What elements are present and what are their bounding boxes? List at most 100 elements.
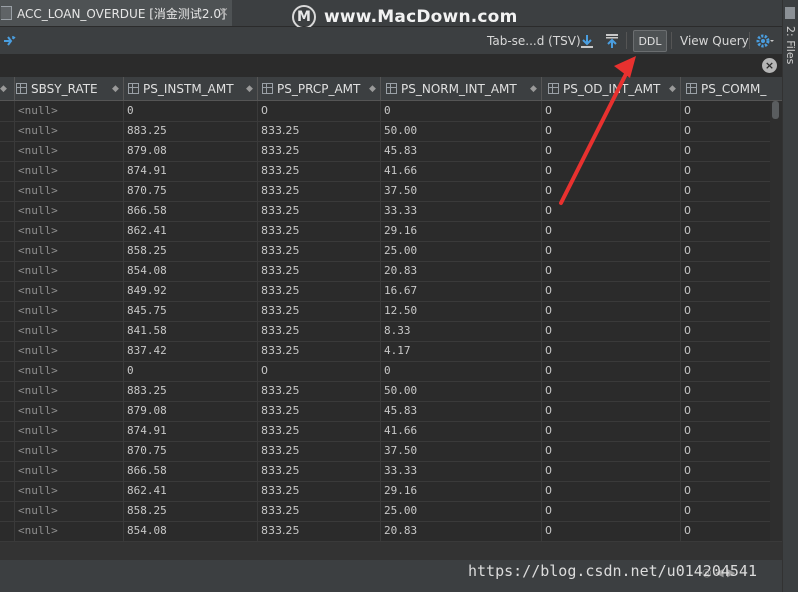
table-cell[interactable]: 0 (545, 261, 552, 281)
table-cell[interactable]: 0 (545, 481, 552, 501)
table-cell[interactable]: 0 (545, 501, 552, 521)
table-cell[interactable]: 0 (545, 441, 552, 461)
table-cell[interactable]: 833.25 (261, 521, 300, 541)
files-tool-window[interactable]: 2: Files (784, 26, 797, 64)
table-cell[interactable]: 0 (684, 221, 691, 241)
table-cell[interactable]: 833.25 (261, 201, 300, 221)
table-cell[interactable]: <null> (18, 121, 58, 141)
table-row[interactable]: <null> 879.08 833.25 45.83 0 0 (0, 141, 770, 162)
settings-icon[interactable] (756, 27, 774, 54)
table-cell[interactable]: 833.25 (261, 401, 300, 421)
table-cell[interactable]: 29.16 (384, 481, 417, 501)
table-cell[interactable]: 866.58 (127, 201, 167, 221)
table-cell[interactable]: 833.25 (261, 321, 300, 341)
table-cell[interactable]: <null> (18, 501, 58, 521)
table-row[interactable]: <null> 874.91 833.25 41.66 0 0 (0, 421, 770, 442)
table-cell[interactable]: 41.66 (384, 161, 417, 181)
column-separator[interactable] (541, 77, 542, 100)
table-cell[interactable]: 20.83 (384, 521, 417, 541)
table-cell[interactable]: 870.75 (127, 181, 167, 201)
table-cell[interactable]: 50.00 (384, 121, 417, 141)
table-cell[interactable]: <null> (18, 101, 58, 121)
header-ps-prcp-amt[interactable]: PS_PRCP_AMT (262, 77, 380, 100)
clear-icon[interactable]: × (762, 58, 777, 73)
header-ps-od-int-amt[interactable]: PS_OD_INT_AMT (548, 77, 676, 100)
column-separator[interactable] (257, 77, 258, 100)
table-cell[interactable]: 883.25 (127, 121, 167, 141)
table-cell[interactable]: 0 (684, 401, 691, 421)
table-cell[interactable]: 37.50 (384, 181, 417, 201)
table-cell[interactable]: 25.00 (384, 241, 417, 261)
ddl-button[interactable]: DDL (633, 30, 667, 52)
table-cell[interactable]: 833.25 (261, 381, 300, 401)
table-cell[interactable]: <null> (18, 161, 58, 181)
table-cell[interactable]: 833.25 (261, 141, 300, 161)
table-cell[interactable]: 833.25 (261, 241, 300, 261)
table-row[interactable]: <null> 870.75 833.25 37.50 0 0 (0, 441, 770, 462)
table-cell[interactable]: 0 (684, 121, 691, 141)
table-cell[interactable]: 0 (545, 461, 552, 481)
table-cell[interactable]: 854.08 (127, 521, 167, 541)
column-separator[interactable] (123, 77, 124, 100)
header-ps-comm[interactable]: PS_COMM_ (686, 77, 770, 100)
table-cell[interactable]: 833.25 (261, 221, 300, 241)
table-cell[interactable]: <null> (18, 201, 58, 221)
table-cell[interactable]: 0 (545, 521, 552, 541)
table-cell[interactable]: <null> (18, 381, 58, 401)
table-row[interactable]: <null> 0 0 0 0 0 (0, 101, 770, 122)
download-icon[interactable] (579, 27, 595, 54)
table-cell[interactable]: 833.25 (261, 481, 300, 501)
sort-arrow-icon[interactable]: ◆ (112, 77, 122, 100)
sort-arrow-icon[interactable]: ◆ (530, 77, 540, 100)
table-row[interactable]: <null> 883.25 833.25 50.00 0 0 (0, 381, 770, 402)
table-row[interactable]: <null> 870.75 833.25 37.50 0 0 (0, 181, 770, 202)
table-cell[interactable]: 0 (545, 101, 552, 121)
table-cell[interactable]: 833.25 (261, 301, 300, 321)
table-cell[interactable]: 0 (684, 261, 691, 281)
table-row[interactable]: <null> 866.58 833.25 33.33 0 0 (0, 461, 770, 482)
table-cell[interactable]: <null> (18, 421, 58, 441)
table-cell[interactable]: 0 (127, 101, 134, 121)
table-cell[interactable]: 0 (684, 521, 691, 541)
table-cell[interactable]: 0 (545, 341, 552, 361)
table-cell[interactable]: 8.33 (384, 321, 411, 341)
table-cell[interactable]: 833.25 (261, 121, 300, 141)
table-row[interactable]: <null> 858.25 833.25 25.00 0 0 (0, 501, 770, 522)
table-cell[interactable]: 45.83 (384, 141, 417, 161)
table-cell[interactable]: 841.58 (127, 321, 167, 341)
table-cell[interactable]: 0 (545, 161, 552, 181)
table-cell[interactable]: 12.50 (384, 301, 417, 321)
table-row[interactable]: <null> 862.41 833.25 29.16 0 0 (0, 221, 770, 242)
table-cell[interactable]: 833.25 (261, 461, 300, 481)
column-separator[interactable] (14, 77, 15, 100)
sort-arrow-icon[interactable]: ◆ (246, 77, 256, 100)
table-cell[interactable]: 0 (545, 281, 552, 301)
table-row[interactable]: <null> 862.41 833.25 29.16 0 0 (0, 481, 770, 502)
table-cell[interactable]: 16.67 (384, 281, 417, 301)
table-cell[interactable]: 0 (684, 461, 691, 481)
table-cell[interactable]: 0 (684, 301, 691, 321)
table-cell[interactable]: <null> (18, 261, 58, 281)
table-cell[interactable]: 29.16 (384, 221, 417, 241)
table-cell[interactable]: 0 (684, 341, 691, 361)
table-row[interactable]: <null> 854.08 833.25 20.83 0 0 (0, 261, 770, 282)
table-cell[interactable]: 0 (545, 181, 552, 201)
table-cell[interactable]: 833.25 (261, 441, 300, 461)
table-cell[interactable]: 879.08 (127, 141, 167, 161)
table-cell[interactable]: 0 (545, 421, 552, 441)
table-cell[interactable]: 0 (684, 381, 691, 401)
table-cell[interactable]: <null> (18, 221, 58, 241)
table-cell[interactable]: 41.66 (384, 421, 417, 441)
table-cell[interactable]: 874.91 (127, 161, 167, 181)
table-cell[interactable]: 862.41 (127, 481, 167, 501)
table-cell[interactable]: 0 (384, 101, 391, 121)
table-cell[interactable]: <null> (18, 281, 58, 301)
table-cell[interactable]: 874.91 (127, 421, 167, 441)
table-cell[interactable]: <null> (18, 181, 58, 201)
table-row[interactable]: <null> 849.92 833.25 16.67 0 0 (0, 281, 770, 302)
table-cell[interactable]: 50.00 (384, 381, 417, 401)
table-cell[interactable]: 833.25 (261, 161, 300, 181)
table-cell[interactable]: 849.92 (127, 281, 167, 301)
vertical-scrollbar[interactable] (770, 101, 782, 541)
table-cell[interactable]: 870.75 (127, 441, 167, 461)
